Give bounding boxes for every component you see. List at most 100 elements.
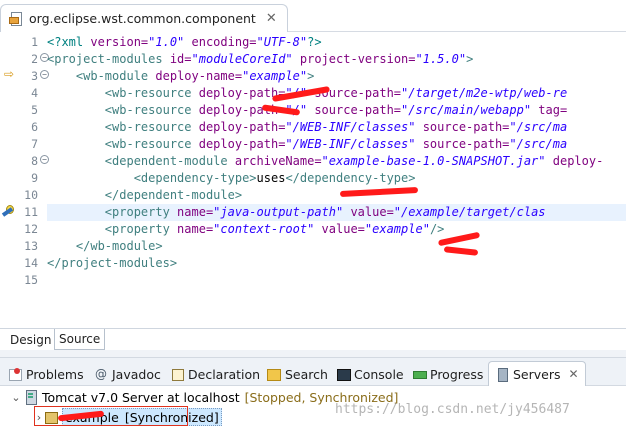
code-token: </wb-module> (75, 239, 163, 253)
code-token: <wb-resource (104, 103, 199, 117)
breakpoint-arrow-icon: ⇨ (4, 67, 15, 81)
code-line[interactable]: <project-modules id="moduleCoreId" proje… (47, 51, 473, 68)
tab-servers[interactable]: Servers ✕ (488, 361, 586, 386)
line-number: 15 (24, 273, 38, 287)
quick-fix-icon[interactable] (1, 204, 16, 218)
code-token: name= (177, 222, 214, 236)
code-line[interactable]: <dependent-module archiveName="example-b… (47, 153, 604, 170)
code-line[interactable]: <wb-resource deploy-path="/WEB-INF/class… (47, 136, 567, 153)
code-token: project-version= (292, 52, 416, 66)
editor-tab-label: org.eclipse.wst.common.component (29, 11, 256, 26)
code-token: source-path= (415, 120, 510, 134)
collapse-icon[interactable]: ⌄ (10, 391, 22, 404)
server-name: Tomcat v7.0 Server at localhost (42, 389, 240, 405)
code-token: archiveName= (234, 154, 322, 168)
highlight-box (34, 406, 188, 426)
code-token: "UTF-8" (256, 35, 308, 49)
tab-problems[interactable]: Problems (8, 363, 84, 385)
code-token: "/WEB-INF/classes" (285, 120, 416, 134)
xml-source-editor[interactable]: ⇨ 1 2 3 4 5 6 7 8 9 10 11 12 13 14 15 − − − <?xml vers… (0, 32, 626, 328)
tab-problems-label: Problems (26, 366, 84, 382)
code-token: "java-output-path" (213, 205, 344, 219)
code-token: "/src/ma (509, 137, 568, 151)
tab-design[interactable]: Design (6, 329, 55, 350)
tab-javadoc[interactable]: @ Javadoc (94, 363, 161, 385)
code-token: deploy-path= (198, 120, 286, 134)
line-number: 2 (31, 52, 38, 66)
servers-icon (495, 367, 509, 382)
code-token: uses (256, 171, 286, 185)
code-token: "example-base-1.0-SNAPSHOT.jar" (321, 154, 546, 168)
editor-tab-component-file[interactable]: org.eclipse.wst.common.component ✕ (0, 4, 288, 32)
code-token: encoding= (184, 35, 257, 49)
code-token: <dependency-type> (133, 171, 257, 185)
line-number: 13 (24, 239, 38, 253)
code-token: > (466, 52, 474, 66)
code-token: deploy- (545, 154, 604, 168)
tab-console-label: Console (354, 366, 404, 382)
tab-declaration-label: Declaration (188, 366, 261, 382)
editor-tab-bar: org.eclipse.wst.common.component ✕ (0, 0, 626, 32)
line-number: 6 (31, 120, 38, 134)
code-line[interactable]: <wb-module deploy-name="example"> (47, 68, 314, 85)
code-token: <project-modules (47, 52, 170, 66)
code-token: <?xml (47, 35, 91, 49)
code-line[interactable]: <dependency-type>uses</dependency-type> (47, 170, 416, 187)
close-icon[interactable]: ✕ (266, 12, 277, 25)
tab-source[interactable]: Source (54, 329, 106, 350)
code-line[interactable]: <wb-resource deploy-path="/WEB-INF/class… (47, 119, 567, 136)
code-line[interactable]: <property name="context-root" value="exa… (47, 221, 445, 238)
code-token: ?> (307, 35, 322, 49)
code-line[interactable]: <?xml version="1.0" encoding="UTF-8"?> (47, 34, 322, 51)
line-number: 11 (24, 205, 38, 219)
code-token: "example" (364, 222, 430, 236)
close-icon[interactable]: ✕ (569, 367, 579, 381)
code-area[interactable]: <?xml version="1.0" encoding="UTF-8"?> <p… (47, 32, 626, 328)
line-number: 8 (31, 154, 38, 168)
tab-search[interactable]: Search (267, 363, 328, 385)
code-line[interactable]: </dependent-module> (47, 187, 242, 204)
code-line[interactable]: <wb-resource deploy-path="/" source-path… (47, 102, 567, 119)
code-token: <wb-resource (104, 137, 199, 151)
sash-divider[interactable] (0, 350, 626, 358)
editor-mode-tabs: Design Source (0, 328, 626, 350)
code-token: </dependency-type> (285, 171, 416, 185)
javadoc-icon: @ (95, 367, 107, 381)
code-token: value= (343, 205, 394, 219)
code-token: "example" (242, 69, 308, 83)
code-line[interactable]: </wb-module> (47, 238, 163, 255)
code-token: id= (169, 52, 192, 66)
tab-javadoc-label: Javadoc (112, 366, 161, 382)
code-token: </dependent-module> (104, 188, 243, 202)
line-number: 9 (31, 171, 38, 185)
code-token: <dependent-module (104, 154, 235, 168)
code-token: "1.0" (148, 35, 185, 49)
code-line[interactable]: <property name="java-output-path" value=… (47, 204, 546, 221)
code-token: deploy-name= (155, 69, 243, 83)
code-line[interactable]: </project-modules> (47, 255, 177, 272)
line-number: 4 (31, 86, 38, 100)
code-token: <wb-module (75, 69, 156, 83)
line-number: 7 (31, 137, 38, 151)
line-number: 1 (31, 35, 38, 49)
problems-icon (8, 367, 22, 381)
watermark: https://blog.csdn.net/jy456487 (335, 402, 570, 417)
tab-declaration[interactable]: Declaration (170, 363, 260, 385)
line-number: 3 (31, 69, 38, 83)
console-icon (336, 367, 351, 381)
code-token: "/src/ma (509, 120, 568, 134)
code-token: "moduleCoreId" (191, 52, 293, 66)
code-token: <wb-resource (104, 120, 199, 134)
tab-progress[interactable]: Progress (412, 363, 483, 385)
tab-console[interactable]: Console (336, 363, 404, 385)
code-token: tag= (531, 103, 568, 117)
